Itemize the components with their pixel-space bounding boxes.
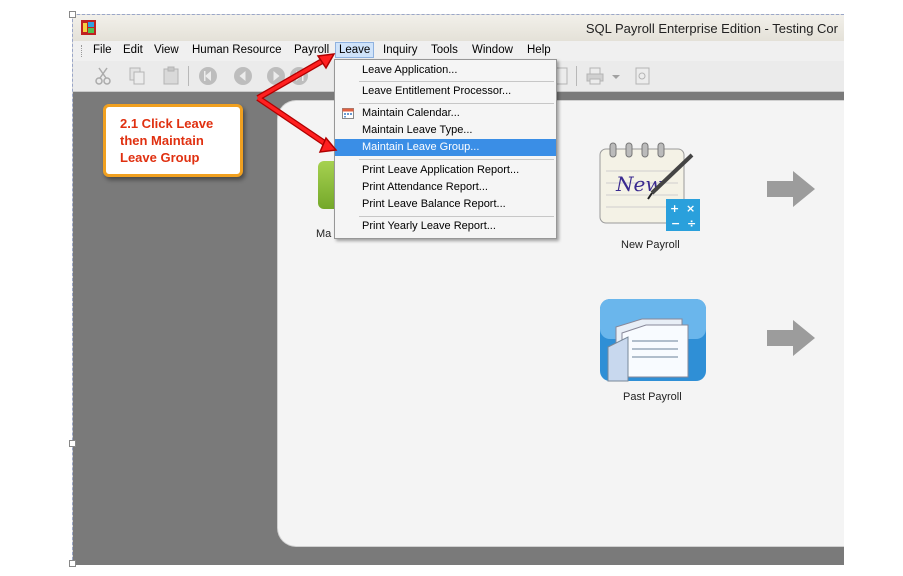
pointer-arrows bbox=[256, 53, 338, 153]
frame-handle bbox=[69, 11, 76, 18]
frame-handle bbox=[69, 440, 76, 447]
frame-handle bbox=[69, 560, 76, 567]
